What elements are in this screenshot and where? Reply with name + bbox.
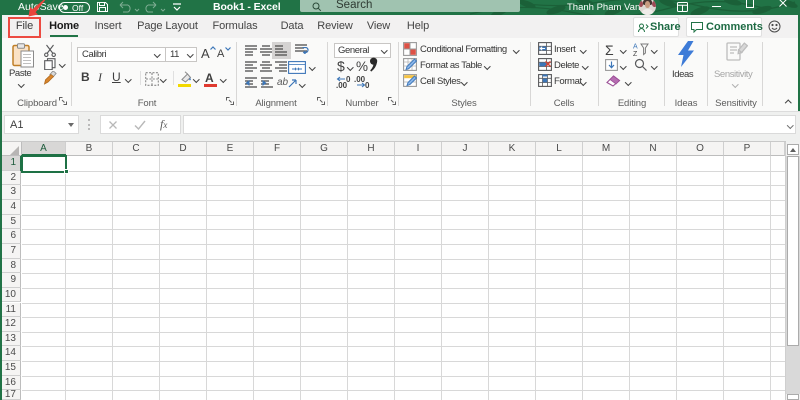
svg-text:Z: Z: [633, 51, 638, 56]
svg-text:A: A: [633, 44, 638, 51]
